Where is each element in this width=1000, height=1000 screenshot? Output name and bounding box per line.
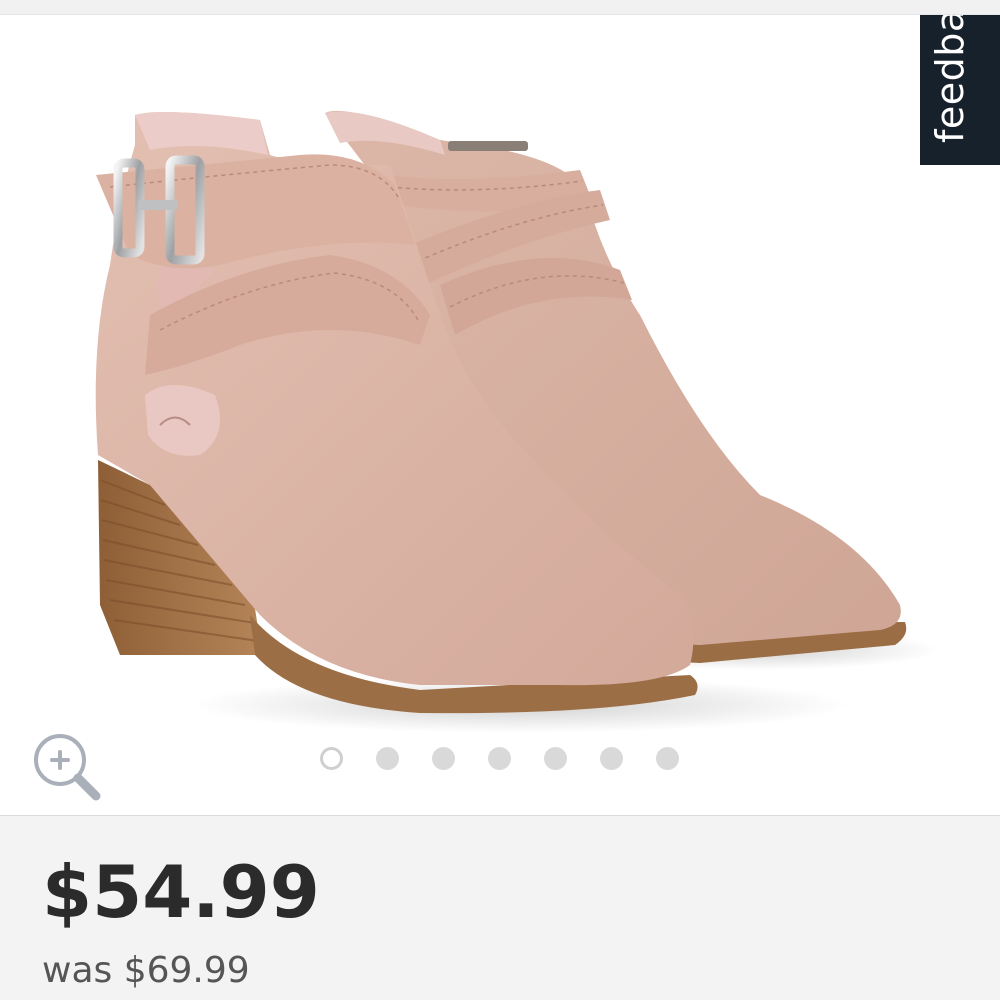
product-image[interactable]	[0, 15, 1000, 815]
feedback-tab-label: feedba	[928, 15, 972, 143]
carousel-dot[interactable]	[376, 746, 399, 770]
carousel-dot[interactable]	[544, 746, 567, 770]
current-price: $54.99	[42, 850, 320, 934]
carousel-dots	[320, 745, 679, 771]
price-section: $54.99 was $69.99	[0, 830, 1000, 1000]
top-strip	[0, 0, 1000, 15]
carousel-dot[interactable]	[656, 746, 679, 770]
carousel-dot[interactable]	[488, 746, 511, 770]
carousel-dot[interactable]	[432, 746, 455, 770]
original-price: was $69.99	[42, 950, 250, 991]
carousel-dot[interactable]	[600, 746, 623, 770]
feedback-tab[interactable]: feedba	[920, 15, 1000, 165]
zoom-in-icon[interactable]	[30, 730, 106, 806]
product-page: feedba $54.99 was $69.99	[0, 0, 1000, 1000]
carousel-dot[interactable]	[320, 746, 343, 770]
product-gallery[interactable]: feedba	[0, 15, 1000, 816]
